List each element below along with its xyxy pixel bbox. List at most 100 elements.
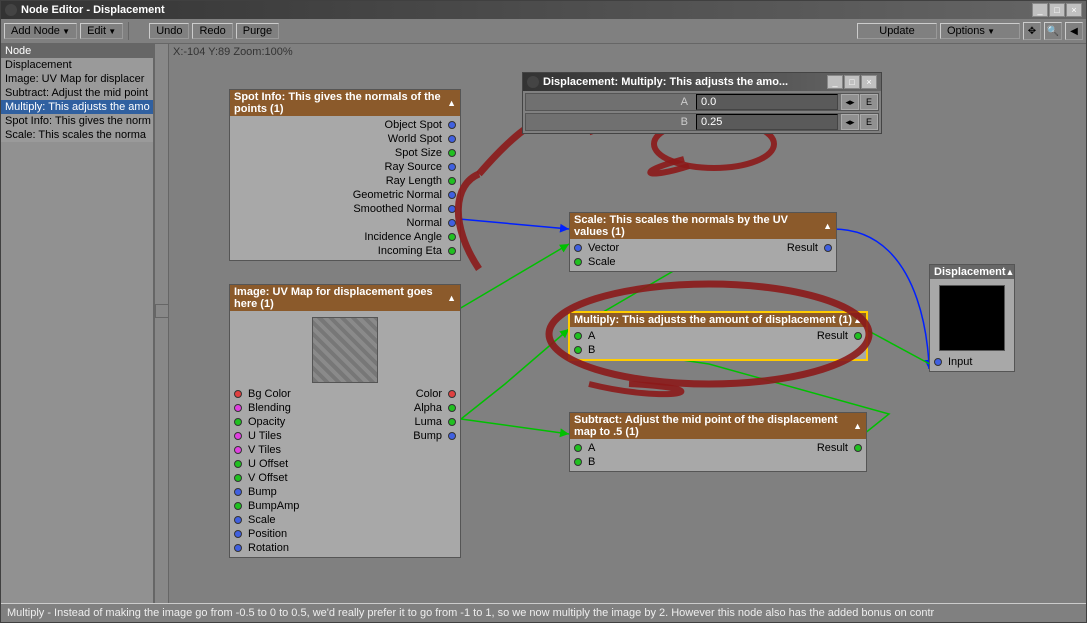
port-output[interactable] (448, 432, 456, 440)
port-input[interactable] (234, 390, 242, 398)
port-input[interactable] (234, 544, 242, 552)
spinner-button[interactable]: ◂▸ (841, 114, 859, 130)
port-input[interactable] (234, 530, 242, 538)
port-input[interactable] (234, 404, 242, 412)
port-output[interactable] (448, 121, 456, 129)
add-node-button[interactable]: Add Node (4, 23, 77, 39)
node-spot-info[interactable]: Spot Info: This gives the normals of the… (229, 89, 461, 261)
maximize-button[interactable]: □ (1049, 3, 1065, 17)
toolbar: Add Node Edit Undo Redo Purge Update Opt… (1, 19, 1086, 44)
port-output[interactable] (448, 219, 456, 227)
app-icon (527, 76, 539, 88)
port-input[interactable] (574, 458, 582, 466)
edit-button[interactable]: E (860, 94, 878, 110)
properties-panel[interactable]: Displacement: Multiply: This adjusts the… (522, 72, 882, 134)
minimize-button[interactable]: _ (1032, 3, 1048, 17)
port-output[interactable] (448, 404, 456, 412)
purge-button[interactable]: Purge (236, 23, 279, 39)
redo-button[interactable]: Redo (192, 23, 232, 39)
port-input[interactable] (234, 460, 242, 468)
field-label: A (526, 96, 696, 108)
panel-minimize-button[interactable]: _ (827, 75, 843, 89)
port-output[interactable] (448, 191, 456, 199)
node-title[interactable]: Scale: This scales the normals by the UV… (570, 213, 836, 239)
app-icon (5, 4, 17, 16)
field-label: B (526, 116, 696, 128)
port-output[interactable] (448, 163, 456, 171)
node-title[interactable]: Displacement▲ (930, 265, 1014, 279)
collapse-icon[interactable]: ▲ (853, 315, 862, 325)
arrow-left-icon[interactable]: ◀ (1065, 22, 1083, 40)
undo-button[interactable]: Undo (149, 23, 189, 39)
edit-button[interactable]: Edit (80, 23, 123, 39)
port-output[interactable] (448, 390, 456, 398)
close-button[interactable]: × (1066, 3, 1082, 17)
port-output[interactable] (854, 444, 862, 452)
collapse-icon[interactable]: ▲ (823, 221, 832, 231)
edit-button[interactable]: E (860, 114, 878, 130)
port-input[interactable] (234, 432, 242, 440)
image-preview (312, 317, 378, 383)
collapse-icon[interactable]: ▲ (853, 421, 862, 431)
port-output[interactable] (448, 205, 456, 213)
gutter[interactable] (155, 44, 169, 622)
node-scale[interactable]: Scale: This scales the normals by the UV… (569, 212, 837, 272)
port-output[interactable] (448, 149, 456, 157)
sidebar-item[interactable]: Subtract: Adjust the mid point (1, 86, 153, 100)
node-image[interactable]: Image: UV Map for displacement goes here… (229, 284, 461, 558)
sidebar-header: Node (1, 44, 153, 58)
port-input[interactable] (574, 258, 582, 266)
sidebar-item[interactable]: Scale: This scales the norma (1, 128, 153, 142)
coordinates: X:-104 Y:89 Zoom:100% (173, 46, 293, 58)
port-input[interactable] (574, 332, 582, 340)
statusbar: Multiply - Instead of making the image g… (1, 603, 1086, 622)
splitter-handle[interactable] (155, 304, 169, 318)
port-input[interactable] (234, 418, 242, 426)
port-input[interactable] (574, 444, 582, 452)
port-output[interactable] (824, 244, 832, 252)
collapse-icon[interactable]: ▲ (1006, 267, 1015, 277)
field-value[interactable]: 0.25 (696, 114, 838, 130)
sidebar-item[interactable]: Spot Info: This gives the norm (1, 114, 153, 128)
spinner-button[interactable]: ◂▸ (841, 94, 859, 110)
port-output[interactable] (448, 418, 456, 426)
field-value[interactable]: 0.0 (696, 94, 838, 110)
port-input[interactable] (234, 516, 242, 524)
port-input[interactable] (234, 446, 242, 454)
main-titlebar[interactable]: Node Editor - Displacement _ □ × (1, 1, 1086, 19)
zoom-icon[interactable]: 🔍 (1044, 22, 1062, 40)
panel-title: Displacement: Multiply: This adjusts the… (543, 76, 827, 88)
port-output[interactable] (448, 233, 456, 241)
port-input[interactable] (234, 474, 242, 482)
port-input[interactable] (234, 488, 242, 496)
sidebar-item[interactable]: Multiply: This adjusts the amo (1, 100, 153, 114)
node-title[interactable]: Multiply: This adjusts the amount of dis… (570, 313, 866, 327)
collapse-icon[interactable]: ▲ (447, 293, 456, 303)
options-button[interactable]: Options (940, 23, 1020, 39)
toolbar-separator (128, 22, 144, 40)
node-subtract[interactable]: Subtract: Adjust the mid point of the di… (569, 412, 867, 472)
node-title[interactable]: Spot Info: This gives the normals of the… (230, 90, 460, 116)
port-output[interactable] (448, 135, 456, 143)
displacement-preview (939, 285, 1005, 351)
port-output[interactable] (854, 332, 862, 340)
update-button[interactable]: Update (857, 23, 937, 39)
pan-icon[interactable]: ✥ (1023, 22, 1041, 40)
panel-titlebar[interactable]: Displacement: Multiply: This adjusts the… (523, 73, 881, 91)
node-multiply[interactable]: Multiply: This adjusts the amount of dis… (569, 312, 867, 360)
port-output[interactable] (448, 247, 456, 255)
port-output[interactable] (448, 177, 456, 185)
node-title[interactable]: Image: UV Map for displacement goes here… (230, 285, 460, 311)
port-input[interactable] (234, 502, 242, 510)
port-input[interactable] (574, 244, 582, 252)
collapse-icon[interactable]: ▲ (447, 98, 456, 108)
port-input[interactable] (934, 358, 942, 366)
node-displacement[interactable]: Displacement▲ Input (929, 264, 1015, 372)
sidebar-item[interactable]: Image: UV Map for displacer (1, 72, 153, 86)
node-title[interactable]: Subtract: Adjust the mid point of the di… (570, 413, 866, 439)
panel-close-button[interactable]: × (861, 75, 877, 89)
sidebar-item[interactable]: Displacement (1, 58, 153, 72)
sidebar: Node DisplacementImage: UV Map for displ… (1, 44, 155, 622)
panel-maximize-button[interactable]: □ (844, 75, 860, 89)
port-input[interactable] (574, 346, 582, 354)
